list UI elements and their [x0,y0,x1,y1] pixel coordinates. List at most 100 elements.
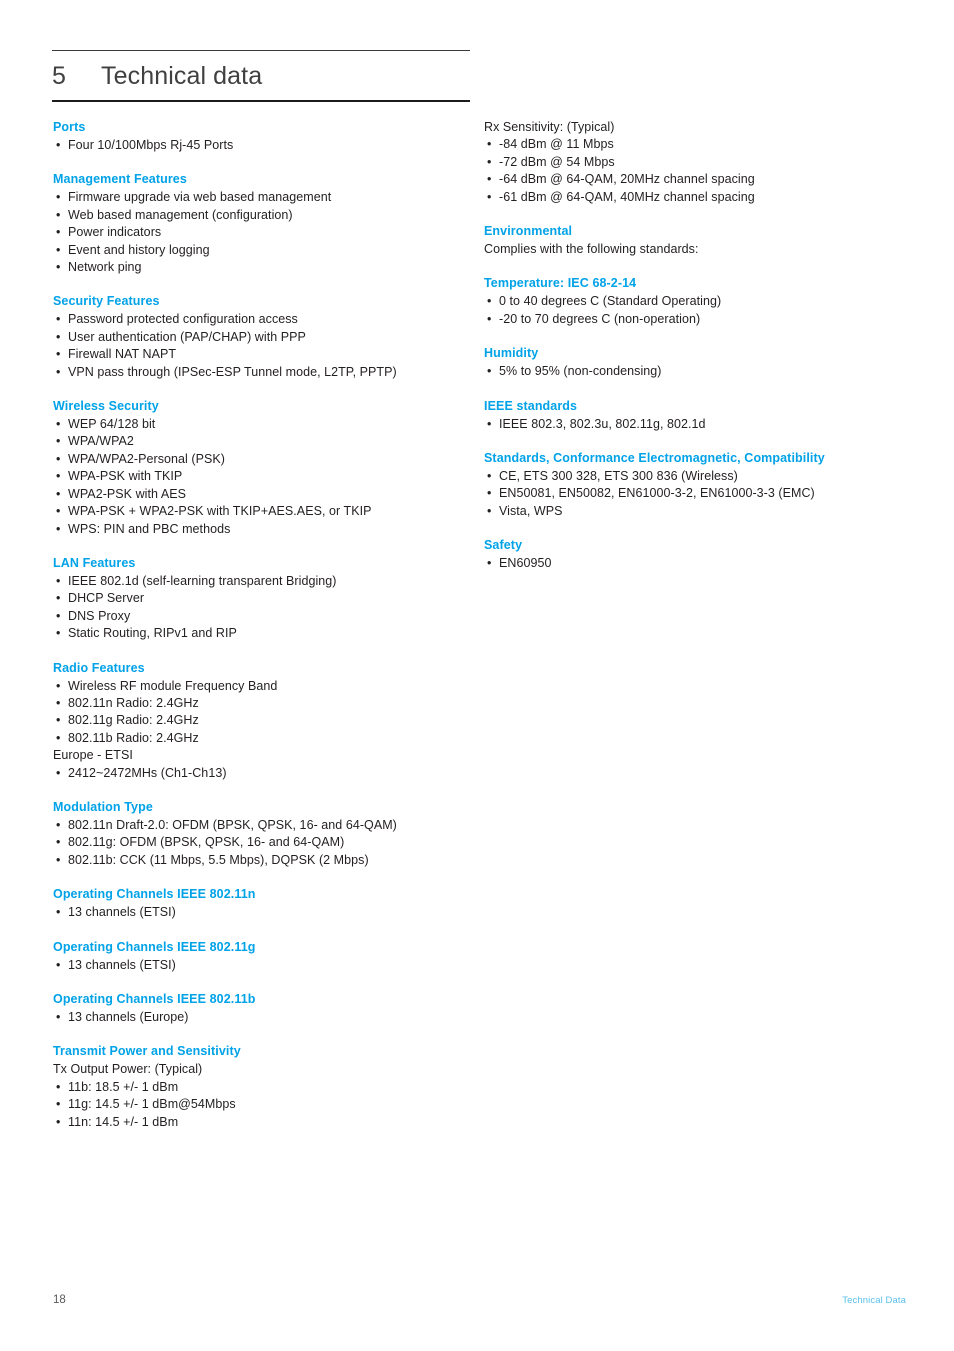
section-heading: Security Features [53,294,160,309]
bullet-icon: • [56,469,61,484]
list-item: • 0 to 40 degrees C (Standard Operating) [484,293,904,310]
bullet-icon: • [56,451,61,466]
list-item: • Four 10/100Mbps Rj-45 Ports [53,137,473,154]
bullet-icon: • [56,905,61,920]
spec-list: • IEEE 802.1d (self-learning transparent … [53,573,473,643]
list-item-label: 802.11g: OFDM (BPSK, QPSK, 16- and 64-QA… [68,835,345,850]
list-item: • CE, ETS 300 328, ETS 300 836 (Wireless) [484,468,904,485]
bullet-icon: • [487,137,492,152]
list-item-label: 13 channels (ETSI) [68,905,176,920]
page-number: 18 [53,1294,66,1306]
list-item-label: -84 dBm @ 11 Mbps [499,137,614,152]
section-heading: LAN Features [53,555,136,570]
section-operating-channels-ieee-802-11g: Operating Channels IEEE 802.11g • 13 chann… [53,939,473,974]
bullet-icon: • [56,713,61,728]
list-item: • 13 channels (ETSI) [53,904,473,921]
list-item-label: Event and history logging [68,242,210,257]
list-item-label: 11b: 18.5 +/- 1 dBm [68,1079,179,1094]
section-safety: Safety • EN60950 [484,537,904,572]
bullet-icon: • [56,817,61,832]
list-item: • 802.11n Draft-2.0: OFDM (BPSK, QPSK, 16… [53,817,473,834]
list-item: • 2412~2472MHs (Ch1-Ch13) [53,765,473,782]
section-subnote: Europe - ETSI [53,748,133,763]
bullet-icon: • [56,1079,61,1094]
chapter-number: 5 [52,62,67,90]
list-item: • DHCP Server [53,590,473,607]
list-item: • 11n: 14.5 +/- 1 dBm [53,1114,473,1131]
section-transmit-power-and-sensitivity: Transmit Power and Sensitivity Tx Output … [53,1043,473,1131]
section-heading: Environmental [484,224,573,239]
list-item-label: EN60950 [499,556,552,571]
page-title: Technical data [101,62,263,90]
document-page: 5 Technical data Ports • Four 10/100Mbps R… [0,0,954,1351]
section-operating-channels-ieee-802-11b: Operating Channels IEEE 802.11b • 13 chann… [53,991,473,1026]
list-item: • Event and history logging [53,242,473,259]
section-heading: Operating Channels IEEE 802.11g [53,939,256,954]
bullet-icon: • [56,329,61,344]
section-note: Tx Output Power: (Typical) [53,1062,203,1077]
list-item-label: 802.11b Radio: 2.4GHz [68,730,199,745]
list-item: • WPA/WPA2-Personal (PSK) [53,451,473,468]
footer-section-label: Technical Data [842,1295,906,1306]
chapter-heading: 5 Technical data [52,51,470,100]
list-item-label: WPA/WPA2-Personal (PSK) [68,451,225,466]
list-item: • WPA2-PSK with AES [53,486,473,503]
list-item: • -64 dBm @ 64-QAM, 20MHz channel spacing [484,171,904,188]
spec-list: • 13 channels (ETSI) [53,957,473,974]
bullet-icon: • [487,556,492,571]
spec-list: • 13 channels (Europe) [53,1009,473,1026]
section-heading: Humidity [484,346,539,361]
list-item-label: 802.11n Draft-2.0: OFDM (BPSK, QPSK, 16-… [68,817,397,832]
bullet-icon: • [56,190,61,205]
spec-list: • 11b: 18.5 +/- 1 dBm • 11g: 14.5 +/- 1 dBm… [53,1079,473,1131]
section-heading: Safety [484,538,523,553]
chapter-title-block: 5 Technical data [52,50,470,102]
list-item: • 11g: 14.5 +/- 1 dBm@54Mbps [53,1096,473,1113]
list-item: • 13 channels (ETSI) [53,957,473,974]
list-item: • EN60950 [484,555,904,572]
list-item: • 802.11g: OFDM (BPSK, QPSK, 16- and 64-Q… [53,834,473,851]
bullet-icon: • [56,312,61,327]
bullet-icon: • [56,765,61,780]
bullet-icon: • [56,730,61,745]
section-note: Rx Sensitivity: (Typical) [484,120,615,134]
bullet-icon: • [56,242,61,257]
list-item: • Wireless RF module Frequency Band [53,678,473,695]
list-item: • WEP 64/128 bit [53,416,473,433]
list-item-label: -20 to 70 degrees C (non-operation) [499,311,701,326]
list-item: • DNS Proxy [53,608,473,625]
bullet-icon: • [487,469,492,484]
bullet-icon: • [56,573,61,588]
list-item: • WPS: PIN and PBC methods [53,521,473,538]
section-ports: Ports • Four 10/100Mbps Rj-45 Ports [53,119,473,154]
bullet-icon: • [56,486,61,501]
list-item: • Firewall NAT NAPT [53,346,473,363]
list-item: • EN50081, EN50082, EN61000-3-2, EN61000-… [484,485,904,502]
bullet-icon: • [487,294,492,309]
bullet-icon: • [56,207,61,222]
spec-list: • Four 10/100Mbps Rj-45 Ports [53,137,473,154]
list-item: • IEEE 802.1d (self-learning transparent … [53,573,473,590]
section-operating-channels-ieee-802-11n: Operating Channels IEEE 802.11n • 13 chann… [53,886,473,921]
bullet-icon: • [487,364,492,379]
list-item-label: Vista, WPS [499,503,563,518]
list-item-label: -61 dBm @ 64-QAM, 40MHz channel spacing [499,189,755,204]
list-item: • -20 to 70 degrees C (non-operation) [484,311,904,328]
bullet-icon: • [56,417,61,432]
list-item-label: 802.11b: CCK (11 Mbps, 5.5 Mbps), DQPSK … [68,852,369,867]
spec-list: • EN60950 [484,555,904,572]
bullet-icon: • [487,154,492,169]
bullet-icon: • [56,835,61,850]
list-item-label: Web based management (configuration) [68,207,293,222]
bullet-icon: • [56,678,61,693]
list-item-label: DNS Proxy [68,608,131,623]
list-item: • 5% to 95% (non-condensing) [484,363,904,380]
list-item: • WPA-PSK + WPA2-PSK with TKIP+AES.AES, o… [53,503,473,520]
spec-list: • IEEE 802.3, 802.3u, 802.11g, 802.1d [484,416,904,433]
list-item-label: 13 channels (ETSI) [68,957,176,972]
list-item: • Vista, WPS [484,503,904,520]
section-environmental: Environmental Complies with the following… [484,223,904,258]
list-item-label: EN50081, EN50082, EN61000-3-2, EN61000-3… [499,486,815,501]
section-modulation-type: Modulation Type • 802.11n Draft-2.0: OFDM … [53,799,473,869]
section-wireless-security: Wireless Security • WEP 64/128 bit • WPA/WPA… [53,398,473,538]
